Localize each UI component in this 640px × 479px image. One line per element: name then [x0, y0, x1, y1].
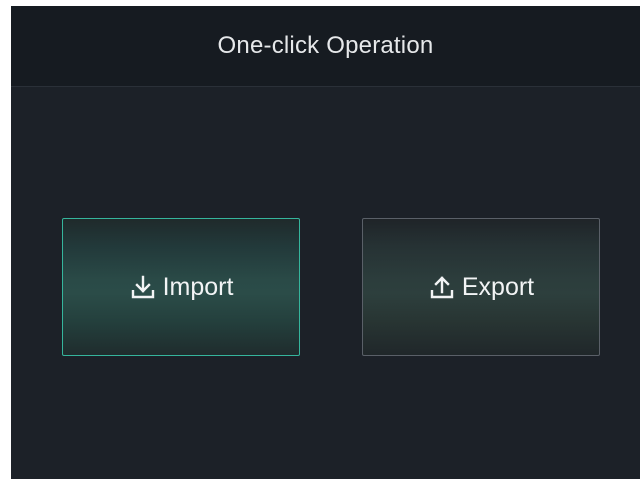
export-button-content: Export [428, 273, 534, 302]
import-label: Import [162, 272, 234, 301]
export-upload-icon [430, 276, 454, 299]
header-bar: One-click Operation [11, 6, 640, 87]
import-button[interactable]: Import [62, 218, 300, 356]
screen: One-click Operation Import Export [11, 6, 640, 479]
import-download-icon [131, 275, 154, 299]
export-button[interactable]: Export [362, 218, 600, 356]
page-title: One-click Operation [217, 32, 434, 59]
export-label: Export [461, 272, 535, 301]
import-button-content: Import [129, 272, 234, 302]
